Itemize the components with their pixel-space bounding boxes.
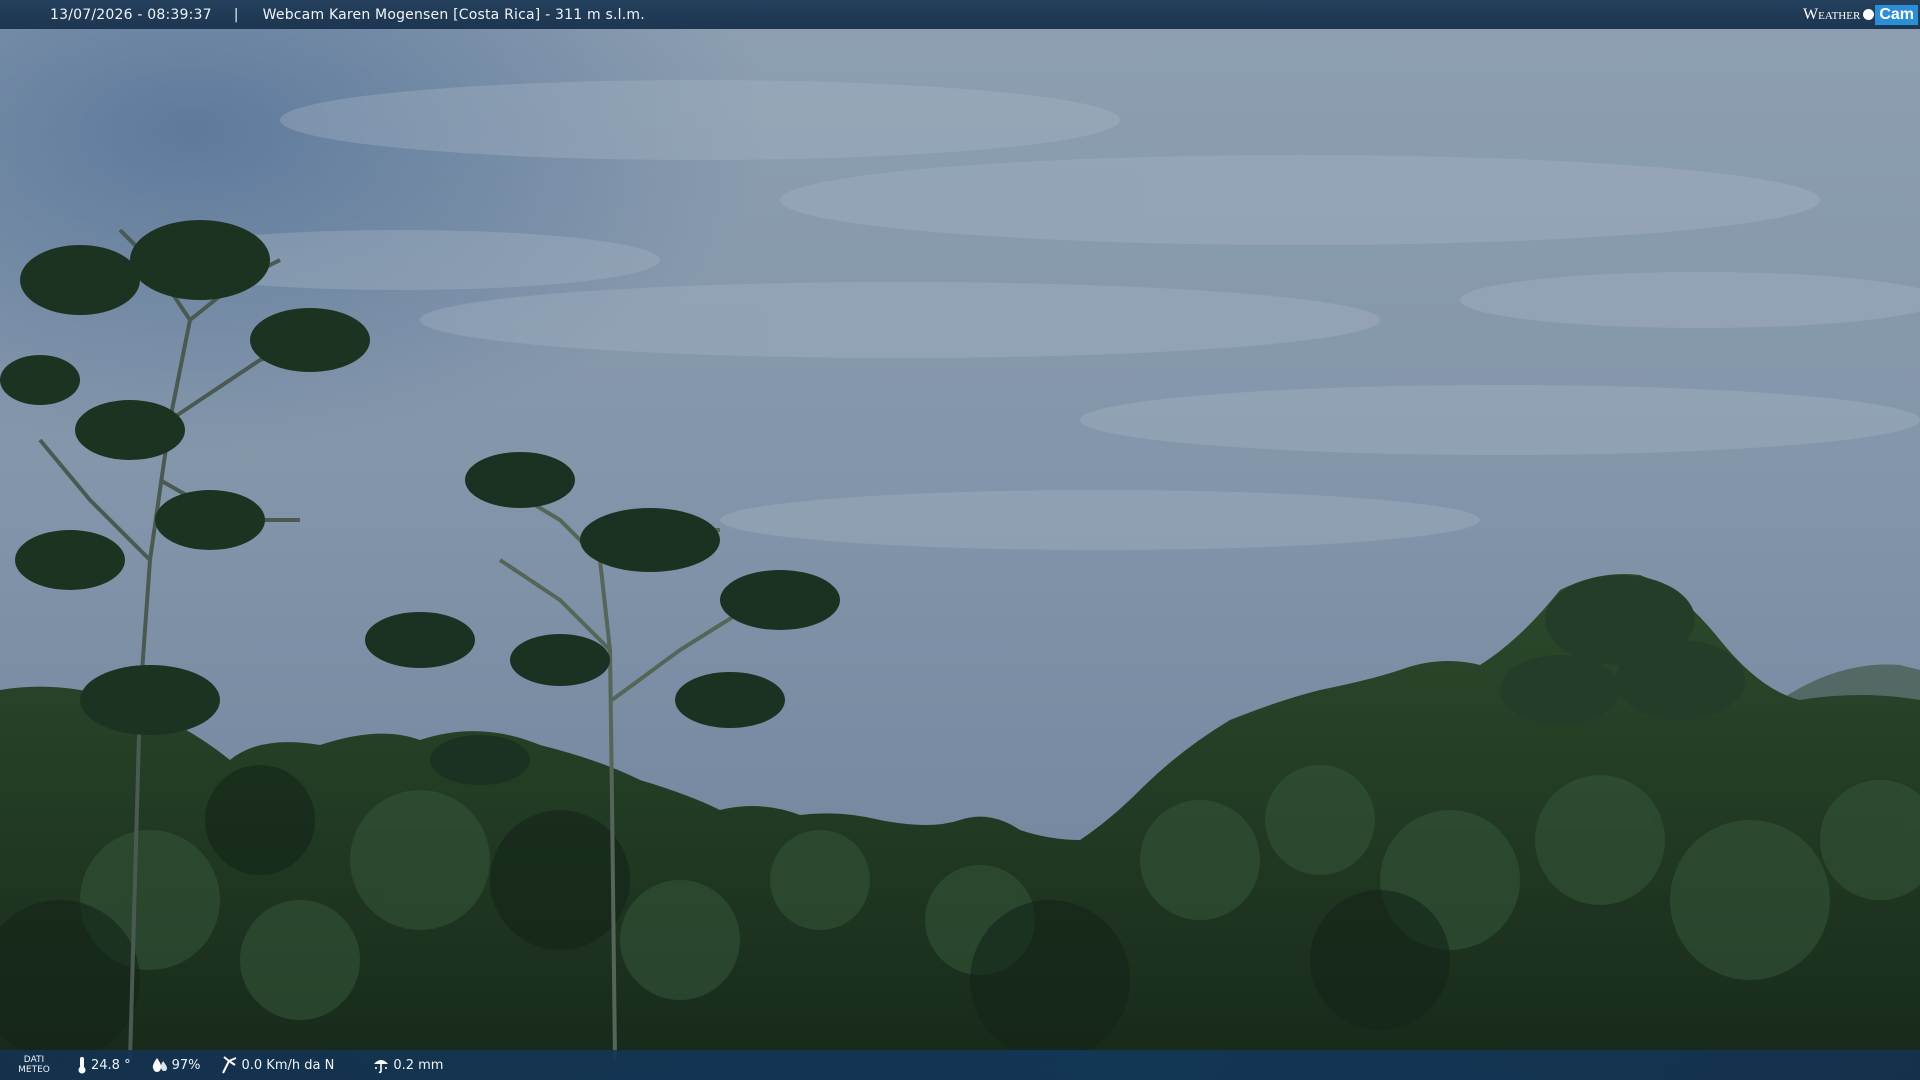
wind-metric: 0.0 Km/h da N: [220, 1056, 334, 1074]
wind-value: 0.0 Km/h da N: [241, 1057, 335, 1073]
humidity-drop-icon: [152, 1058, 167, 1072]
dati-label-line1: DATI: [23, 1055, 45, 1065]
top-info-bar: 13/07/2026 - 08:39:37 | Webcam Karen Mog…: [0, 0, 1920, 29]
logo-globe-icon: [1863, 9, 1875, 20]
humidity-metric: 97%: [151, 1057, 201, 1073]
rain-icon: [374, 1060, 389, 1074]
rain-metric: 0.2 mm: [372, 1056, 443, 1074]
timestamp: 13/07/2026 - 08:39:37: [50, 6, 212, 23]
separator: |: [233, 6, 239, 23]
weather-data-bar: DATI METEO 24.8 ° 97% 0.0 Km/h da N 0.2 …: [0, 1050, 1920, 1080]
dati-meteo-label: DATI METEO: [14, 1055, 54, 1075]
weathercam-logo[interactable]: Weather Cam: [1801, 2, 1918, 27]
temperature-value: 24.8 °: [91, 1057, 131, 1073]
rain-value: 0.2 mm: [393, 1057, 444, 1073]
webcam-image: [0, 0, 1920, 1080]
logo-weather-text: Weather: [1803, 5, 1861, 23]
wind-icon: [222, 1056, 237, 1074]
webcam-frame: 13/07/2026 - 08:39:37 | Webcam Karen Mog…: [0, 0, 1920, 1080]
logo-cam-text: Cam: [1875, 4, 1918, 25]
dati-label-line2: METEO: [18, 1065, 50, 1075]
webcam-title: Webcam Karen Mogensen [Costa Rica] - 311…: [262, 6, 645, 23]
humidity-value: 97%: [171, 1057, 201, 1073]
thermometer-icon: [78, 1057, 86, 1074]
temperature-metric: 24.8 °: [76, 1056, 131, 1074]
